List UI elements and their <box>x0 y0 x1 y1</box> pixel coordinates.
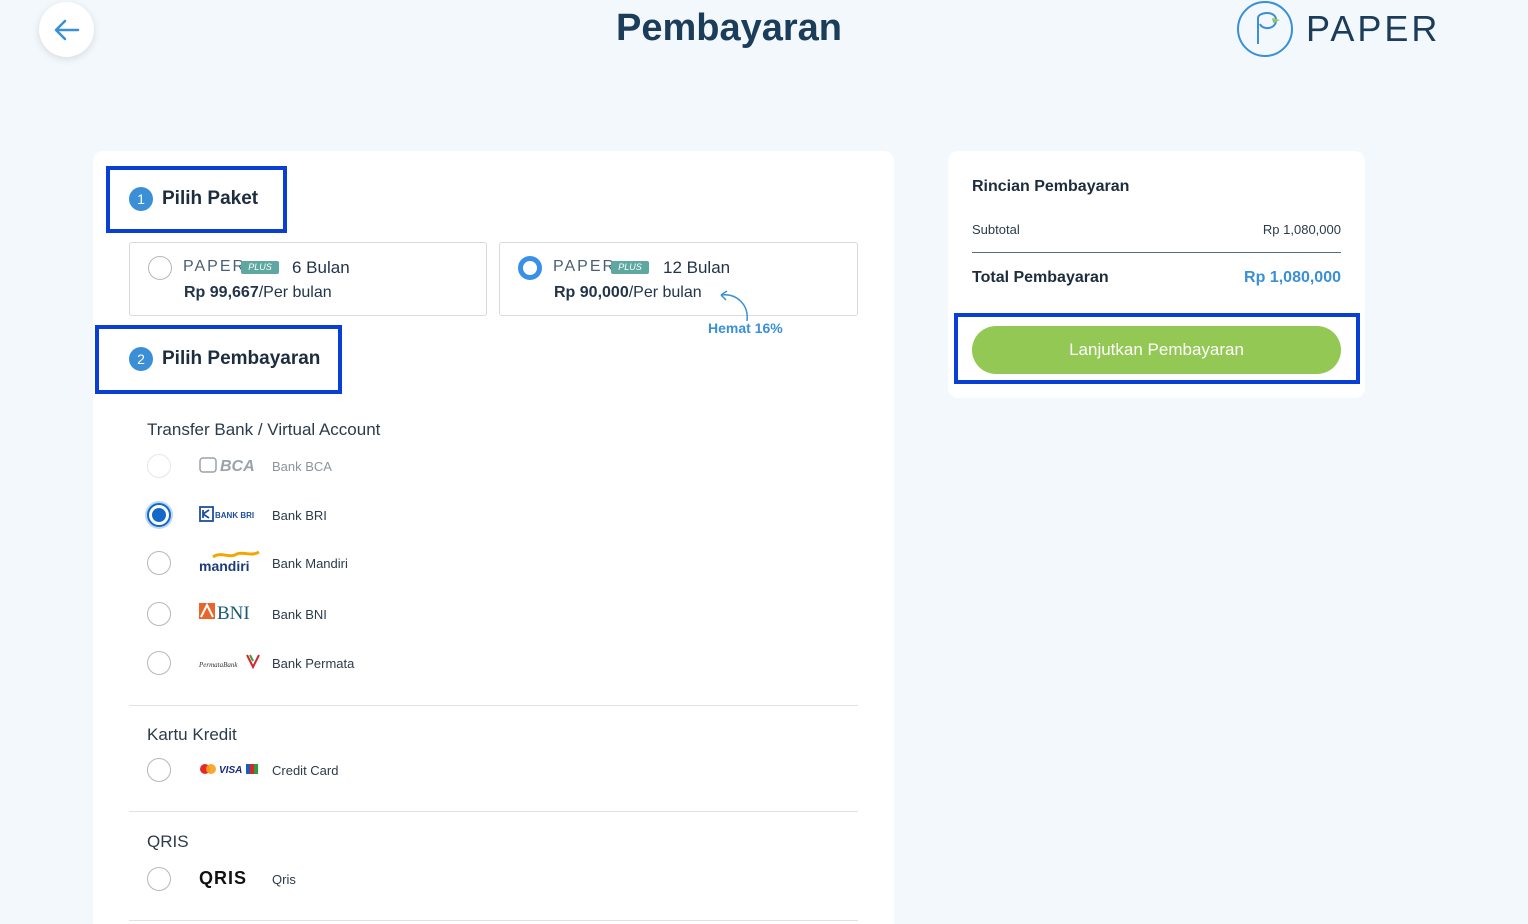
logo-text: PAPER <box>1306 8 1441 49</box>
subtotal-value: Rp 1,080,000 <box>1262 222 1341 237</box>
bni-radio[interactable] <box>147 602 171 626</box>
step2-label: Pilih Pembayaran <box>162 348 321 369</box>
total-label: Total Pembayaran <box>972 269 1109 286</box>
plan-12-plus-badge: PLUS <box>611 261 649 274</box>
step2-heading: 2 Pilih Pembayaran <box>129 347 320 371</box>
option-qris[interactable]: QRIS Qris <box>147 867 547 893</box>
permata-label: Bank Permata <box>272 656 355 671</box>
mandiri-logo: mandiri <box>199 551 261 573</box>
bri-radio[interactable] <box>147 503 171 527</box>
permata-logo: PermataBank <box>199 651 261 673</box>
plan-12-price: Rp 90,000/Per bulan <box>554 284 702 302</box>
credit-card-label: Credit Card <box>272 763 339 778</box>
divider <box>129 705 858 706</box>
plan-6-price: Rp 99,667/Per bulan <box>184 284 332 302</box>
permata-radio[interactable] <box>147 651 171 675</box>
qris-label: Qris <box>272 872 296 887</box>
bca-label: Bank BCA <box>272 459 332 474</box>
mandiri-logo-text: mandiri <box>199 558 250 573</box>
permata-logo-text: PermataBank <box>199 661 238 669</box>
plan-6-plus-badge: PLUS <box>241 261 279 274</box>
plan-12-price-period: /Per bulan <box>628 284 702 301</box>
paper-logo-icon <box>1237 1 1293 57</box>
credit-card-radio[interactable] <box>147 758 171 782</box>
bni-label: Bank BNI <box>272 607 327 622</box>
card-logo-text: VISA <box>219 765 242 776</box>
qris-logo: QRIS <box>199 867 261 889</box>
plan-6-radio[interactable] <box>148 256 172 280</box>
step1-label: Pilih Paket <box>162 188 259 209</box>
payment-options-card: 1 Pilih Paket PAPER PLUS 6 Bulan Rp 99,6… <box>93 151 894 924</box>
curved-arrow-icon <box>720 290 748 322</box>
plan-12-price-amount: Rp 90,000 <box>554 284 629 301</box>
bri-logo: BANK BRI <box>199 503 261 525</box>
bank-transfer-title: Transfer Bank / Virtual Account <box>147 420 381 439</box>
bri-logo-text: BANK BRI <box>215 511 254 520</box>
qris-radio[interactable] <box>147 867 171 891</box>
option-credit-card[interactable]: VISA Credit Card <box>147 758 547 784</box>
qris-title: QRIS <box>147 832 189 851</box>
summary-divider <box>972 252 1341 253</box>
option-bank-permata[interactable]: PermataBank Bank Permata <box>147 651 547 677</box>
qris-logo-text: QRIS <box>199 868 247 888</box>
step1-heading: 1 Pilih Paket <box>129 187 258 211</box>
continue-payment-button[interactable]: Lanjutkan Pembayaran <box>972 326 1341 374</box>
total-value: Rp 1,080,000 <box>1244 269 1341 286</box>
divider <box>129 811 858 812</box>
plan-6-price-amount: Rp 99,667 <box>184 284 259 301</box>
plan-6-brand: PAPER <box>183 258 247 275</box>
step1-number: 1 <box>129 187 153 211</box>
summary-title: Rincian Pembayaran <box>972 178 1130 195</box>
plan-6-months[interactable]: PAPER PLUS 6 Bulan Rp 99,667/Per bulan <box>129 242 487 316</box>
savings-note: Hemat 16% <box>708 320 783 336</box>
option-bank-bri[interactable]: BANK BRI Bank BRI <box>147 503 547 529</box>
payment-summary-card: Rincian Pembayaran Subtotal Rp 1,080,000… <box>948 151 1365 398</box>
plan-6-duration: 6 Bulan <box>292 258 350 277</box>
plan-12-brand: PAPER <box>553 258 617 275</box>
step2-number: 2 <box>129 347 153 371</box>
mandiri-label: Bank Mandiri <box>272 556 348 571</box>
bca-logo-text: BCA <box>220 458 255 475</box>
option-bank-bca[interactable]: BCA Bank BCA <box>147 454 547 480</box>
bca-radio[interactable] <box>147 454 171 478</box>
card-logos: VISA <box>199 758 261 780</box>
plan-6-price-period: /Per bulan <box>258 284 332 301</box>
option-bank-mandiri[interactable]: mandiri Bank Mandiri <box>147 551 547 577</box>
credit-card-title: Kartu Kredit <box>147 725 237 744</box>
bri-label: Bank BRI <box>272 508 327 523</box>
bni-logo-text: BNI <box>217 603 250 624</box>
plan-12-radio[interactable] <box>518 256 542 280</box>
plan-12-months[interactable]: PAPER PLUS 12 Bulan Rp 90,000/Per bulan <box>499 242 858 316</box>
plan-12-duration: 12 Bulan <box>663 258 731 277</box>
option-bank-bni[interactable]: BNI Bank BNI <box>147 602 547 628</box>
mandiri-radio[interactable] <box>147 551 171 575</box>
bca-logo: BCA <box>199 454 261 476</box>
subtotal-label: Subtotal <box>972 222 1020 237</box>
bni-logo: BNI <box>199 602 261 624</box>
divider <box>129 920 858 921</box>
paper-logo: PAPER <box>1236 0 1440 58</box>
